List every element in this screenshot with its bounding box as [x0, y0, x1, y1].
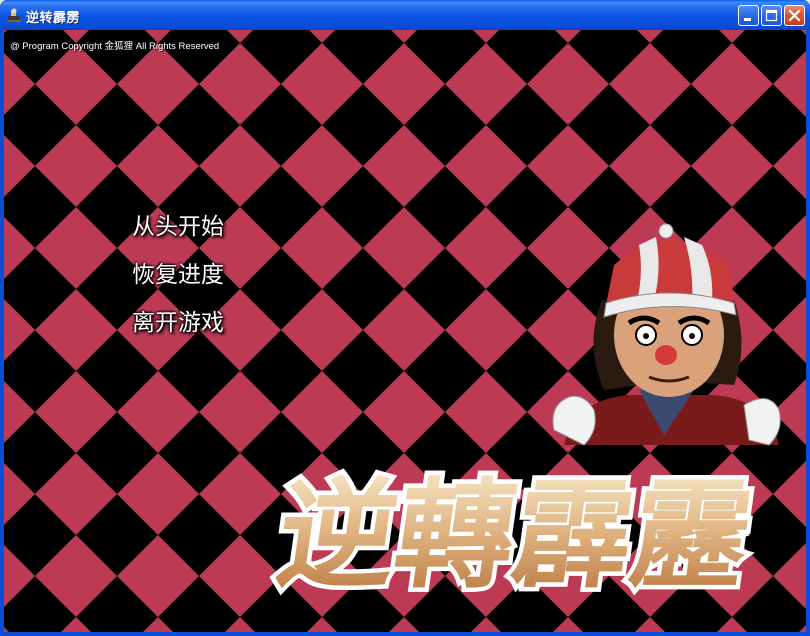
window-title: 逆转霹雳: [26, 11, 81, 26]
game-logo: 逆轉霹靂: [265, 462, 765, 608]
character-portrait: [552, 223, 781, 446]
maximize-button[interactable]: [761, 5, 782, 26]
app-icon: [7, 8, 21, 22]
minimize-icon: [744, 18, 751, 21]
game-screen[interactable]: @ Program Copyright 金狐狸 All Rights Reser…: [4, 30, 806, 632]
logo-text: 逆轉霹靂: [269, 467, 760, 604]
close-icon: [788, 9, 801, 22]
menu-new-game[interactable]: 从头开始: [132, 208, 224, 256]
game-window: 逆转霹雳 @ Program Copyright 金狐狸 All Rights …: [0, 0, 810, 636]
minimize-button[interactable]: [738, 5, 759, 26]
menu-load-game[interactable]: 恢复进度: [132, 256, 224, 304]
title-bar[interactable]: 逆转霹雳: [0, 0, 810, 30]
close-button[interactable]: [784, 5, 805, 26]
copyright-text: @ Program Copyright 金狐狸 All Rights Reser…: [10, 41, 220, 52]
maximize-icon: [765, 9, 778, 22]
main-menu: 从头开始 恢复进度 离开游戏: [132, 208, 224, 352]
menu-exit-game[interactable]: 离开游戏: [132, 304, 224, 352]
